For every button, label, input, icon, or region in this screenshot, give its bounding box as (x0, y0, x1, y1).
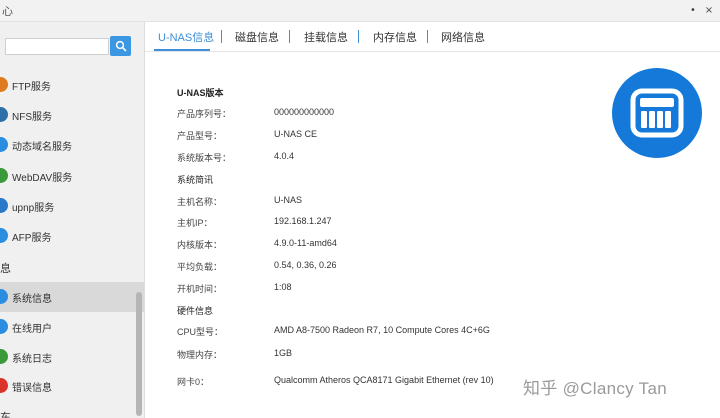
watermark: 知乎 @Clancy Tan (523, 379, 667, 398)
value-hostname: U-NAS (274, 195, 303, 205)
tab-network-info[interactable]: 网络信息 (441, 29, 485, 45)
search-input[interactable] (5, 38, 109, 55)
sidebar-item-label: FTP服务 (12, 82, 51, 93)
label-kernel: 内核版本： (177, 240, 223, 250)
label-host-ip: 主机IP： (177, 218, 213, 228)
label-cpu: CPU型号： (177, 327, 224, 337)
sidebar: FTP服务 NFS服务 动态域名服务 WebDAV服务 upnp服务 AFP服务… (0, 22, 145, 418)
tab-bar: U-NAS信息 磁盘信息 挂载信息 内存信息 网络信息 (145, 22, 720, 52)
system-log-icon (0, 349, 8, 364)
sidebar-item-label: 系统信息 (12, 294, 52, 305)
sidebar-item-nfs[interactable]: NFS服务 (0, 100, 144, 130)
sidebar-item-ftp[interactable]: FTP服务 (0, 70, 144, 100)
sidebar-item-system-info[interactable]: 系统信息 (0, 282, 144, 312)
section-title-system: 系统简讯 (177, 175, 214, 185)
sidebar-item-error-info[interactable]: 错误信息 (0, 371, 144, 401)
info-panel: U-NAS版本 产品序列号： 000000000000 产品型号： U-NAS … (145, 52, 720, 418)
tab-mount-info[interactable]: 挂载信息 (304, 29, 348, 45)
sidebar-item-label: 系统日志 (12, 354, 52, 365)
section-title-hardware: 硬件信息 (177, 306, 214, 316)
tab-separator (427, 30, 428, 43)
error-info-icon (0, 378, 8, 393)
system-info-icon (0, 289, 8, 304)
value-host-ip: 192.168.1.247 (274, 216, 332, 226)
label-load-average: 平均负载： (177, 262, 223, 272)
tab-separator (221, 30, 222, 43)
sidebar-scrollbar[interactable] (136, 292, 142, 416)
sidebar-item-webdav[interactable]: WebDAV服务 (0, 161, 144, 191)
tab-unas-info[interactable]: U-NAS信息 (158, 29, 214, 45)
sidebar-item-label: 错误信息 (12, 383, 52, 394)
value-model: U-NAS CE (274, 129, 318, 139)
value-uptime: 1:08 (274, 282, 292, 292)
value-serial: 000000000000 (274, 107, 335, 117)
section-title-version: U-NAS版本 (177, 88, 224, 98)
online-users-icon (0, 319, 8, 334)
ftp-icon (0, 77, 8, 92)
value-os-version: 4.0.4 (274, 151, 295, 161)
tab-disk-info[interactable]: 磁盘信息 (235, 29, 279, 45)
window-title-bar: 心 • × (0, 0, 720, 22)
label-model: 产品型号： (177, 131, 223, 141)
nfs-icon (0, 107, 8, 122)
ddns-icon (0, 137, 8, 152)
label-nic0: 网卡0： (177, 377, 210, 387)
value-cpu: AMD A8-7500 Radeon R7, 10 Compute Cores … (274, 325, 490, 335)
sidebar-group-bottom: 东 (0, 412, 11, 418)
sidebar-group-info: 息 (0, 263, 11, 275)
nas-server-icon (630, 88, 684, 138)
value-load-average: 0.54, 0.36, 0.26 (274, 260, 337, 270)
sidebar-item-system-log[interactable]: 系统日志 (0, 342, 144, 372)
value-nic0: Qualcomm Atheros QCA8171 Gigabit Etherne… (274, 375, 494, 385)
upnp-icon (0, 198, 8, 213)
label-serial: 产品序列号： (177, 109, 232, 119)
sidebar-item-ddns[interactable]: 动态域名服务 (0, 130, 144, 160)
sidebar-item-label: AFP服务 (12, 233, 52, 244)
unas-logo (612, 68, 702, 158)
app-title-fragment: 心 (2, 5, 13, 18)
label-uptime: 开机时间： (177, 284, 223, 294)
search-icon (115, 40, 126, 52)
tab-separator (358, 30, 359, 43)
sidebar-item-label: 在线用户 (12, 324, 52, 335)
search-button[interactable] (110, 36, 131, 56)
sidebar-item-online-users[interactable]: 在线用户 (0, 312, 144, 342)
label-hostname: 主机名称： (177, 197, 223, 207)
value-kernel: 4.9.0-11-amd64 (274, 238, 337, 248)
sidebar-item-label: NFS服务 (12, 112, 52, 123)
tab-separator (289, 30, 290, 43)
sidebar-item-upnp[interactable]: upnp服务 (0, 191, 144, 221)
afp-icon (0, 228, 8, 243)
sidebar-item-label: WebDAV服务 (12, 173, 73, 184)
label-memory: 物理内存： (177, 350, 223, 360)
sidebar-item-label: 动态域名服务 (12, 142, 72, 153)
webdav-icon (0, 168, 8, 183)
close-button[interactable]: × (702, 4, 716, 18)
tab-memory-info[interactable]: 内存信息 (373, 29, 417, 45)
value-memory: 1GB (274, 348, 293, 358)
label-os-version: 系统版本号： (177, 153, 232, 163)
active-tab-indicator (154, 49, 210, 51)
minimize-button[interactable]: • (686, 4, 700, 18)
sidebar-item-afp[interactable]: AFP服务 (0, 221, 144, 251)
sidebar-item-label: upnp服务 (12, 203, 55, 214)
